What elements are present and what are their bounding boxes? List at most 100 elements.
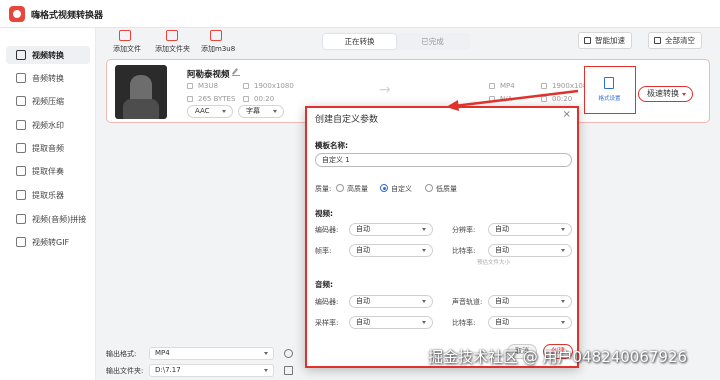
resolution-label: 分辨率:	[452, 226, 476, 234]
title-bar: 嗨格式视频转换器	[0, 0, 720, 28]
add-m3u8-icon	[210, 30, 222, 41]
file-name: 阿勒泰视频	[187, 70, 230, 80]
speed-convert-label: 极速转换	[647, 89, 679, 98]
tab-converting[interactable]: 正在转换	[323, 34, 396, 49]
resolution-value: 自动	[495, 225, 509, 233]
chevron-down-icon	[561, 300, 565, 303]
tab-done[interactable]: 已完成	[396, 34, 469, 49]
predict-size-hint: 预估文件大小	[477, 260, 511, 266]
settings-icon[interactable]	[284, 349, 293, 358]
video-encoder-select[interactable]: 自动	[349, 223, 433, 236]
audio-bitrate-label: 比特率:	[452, 319, 476, 327]
quality-low-label: 低质量	[436, 185, 457, 193]
sidebar-item-extract-instrument[interactable]: 提取乐器	[6, 186, 90, 204]
template-name-label: 模板名称:	[315, 141, 348, 150]
sidebar-item-label: 视频转GIF	[32, 238, 70, 247]
extract-audio-icon	[16, 143, 26, 153]
audio-encoder-select[interactable]: 自动	[349, 295, 433, 308]
speed-convert-button[interactable]: 极速转换	[638, 86, 693, 102]
app-logo	[9, 6, 25, 22]
compress-icon	[16, 96, 26, 106]
sidebar-item-video-compress[interactable]: 视频压缩	[6, 92, 90, 110]
format-settings-label: 格式设置	[598, 96, 621, 102]
watermark-icon	[16, 120, 26, 130]
output-folder-label: 输出文件夹:	[106, 367, 144, 375]
folder-icon[interactable]	[284, 366, 293, 375]
audio-encoder-label: 编码器:	[315, 298, 339, 306]
chevron-down-icon	[264, 352, 268, 355]
add-file-icon	[119, 30, 131, 41]
custom-params-dialog: 创建自定义参数 × 模板名称: 质量: 高质量 自定义 低质量 视频: 编码器:…	[305, 106, 579, 368]
channel-value: 自动	[495, 297, 509, 305]
arrow-right-icon: →	[379, 82, 391, 98]
sidebar-item-audio-convert[interactable]: 音频转换	[6, 69, 90, 87]
audio-bitrate-select[interactable]: 自动	[488, 316, 572, 329]
framerate-select[interactable]: 自动	[349, 244, 433, 257]
quality-high-radio[interactable]	[336, 184, 344, 192]
channel-label: 声音轨道:	[452, 298, 483, 306]
framerate-value: 自动	[356, 246, 370, 254]
sidebar-item-merge[interactable]: 视频(音频)拼接	[6, 210, 90, 228]
clear-all-label: 全部清空	[665, 36, 695, 45]
format-settings-button[interactable]: 格式设置	[584, 66, 636, 114]
watermark: 掘金技术社区 @ 用户048240067926	[428, 348, 688, 366]
chevron-down-icon	[422, 321, 426, 324]
framerate-label: 帧率:	[315, 247, 332, 255]
smart-accel-button[interactable]: 智能加速	[578, 32, 632, 49]
add-folder-label: 添加文件夹	[155, 45, 190, 53]
edit-icon[interactable]	[232, 68, 240, 76]
quality-custom-radio[interactable]	[380, 184, 388, 192]
sidebar-item-label: 视频压缩	[32, 97, 64, 106]
audio-track-value: AAC	[195, 107, 210, 115]
settings-file-icon	[604, 77, 614, 89]
chevron-down-icon	[561, 228, 565, 231]
sidebar-item-label: 视频转换	[32, 51, 64, 60]
source-size: 265 BYTES	[198, 95, 236, 103]
output-format-value: MP4	[155, 349, 170, 357]
quality-label: 质量:	[315, 185, 332, 193]
clear-all-button[interactable]: 全部清空	[648, 32, 702, 49]
sidebar-item-label: 视频水印	[32, 121, 64, 130]
chevron-down-icon	[682, 93, 686, 96]
gif-icon	[16, 237, 26, 247]
music-icon	[16, 73, 26, 83]
add-m3u8-label: 添加m3u8	[201, 45, 236, 53]
samplerate-value: 自动	[356, 318, 370, 326]
source-format: M3U8	[198, 82, 219, 90]
sidebar-item-label: 视频(音频)拼接	[32, 215, 87, 224]
instrument-icon	[16, 190, 26, 200]
output-folder-select[interactable]: D:\7.17	[149, 364, 274, 377]
video-thumbnail	[115, 65, 167, 119]
output-folder-value: D:\7.17	[155, 366, 181, 374]
video-icon	[16, 50, 26, 60]
video-bitrate-select[interactable]: 自动	[488, 244, 572, 257]
format-icon	[187, 83, 193, 89]
chevron-down-icon	[222, 110, 226, 113]
chevron-down-icon	[561, 321, 565, 324]
clock-icon	[243, 96, 249, 102]
sidebar-item-video-watermark[interactable]: 视频水印	[6, 116, 90, 134]
resolution-select[interactable]: 自动	[488, 223, 572, 236]
chevron-down-icon	[273, 110, 277, 113]
audio-encoder-value: 自动	[356, 297, 370, 305]
app-title: 嗨格式视频转换器	[31, 11, 104, 21]
sidebar-item-video-convert[interactable]: 视频转换	[6, 46, 90, 64]
samplerate-select[interactable]: 自动	[349, 316, 433, 329]
trash-icon	[654, 37, 661, 44]
status-tabs: 正在转换 已完成	[322, 33, 470, 50]
quality-low-radio[interactable]	[425, 184, 433, 192]
sidebar-item-extract-accompaniment[interactable]: 提取伴奏	[6, 162, 90, 180]
sidebar-item-label: 提取音频	[32, 144, 64, 153]
bolt-icon	[584, 37, 591, 44]
output-format-select[interactable]: MP4	[149, 347, 274, 360]
quality-high-label: 高质量	[347, 185, 368, 193]
chevron-down-icon	[422, 228, 426, 231]
template-name-input[interactable]	[315, 153, 572, 167]
subtitle-select[interactable]: 字幕	[238, 105, 284, 118]
channel-select[interactable]: 自动	[488, 295, 572, 308]
subtitle-value: 字幕	[246, 107, 260, 115]
audio-track-select[interactable]: AAC	[187, 105, 233, 118]
video-encoder-value: 自动	[356, 225, 370, 233]
sidebar-item-video-to-gif[interactable]: 视频转GIF	[6, 233, 90, 251]
sidebar-item-extract-audio[interactable]: 提取音频	[6, 139, 90, 157]
